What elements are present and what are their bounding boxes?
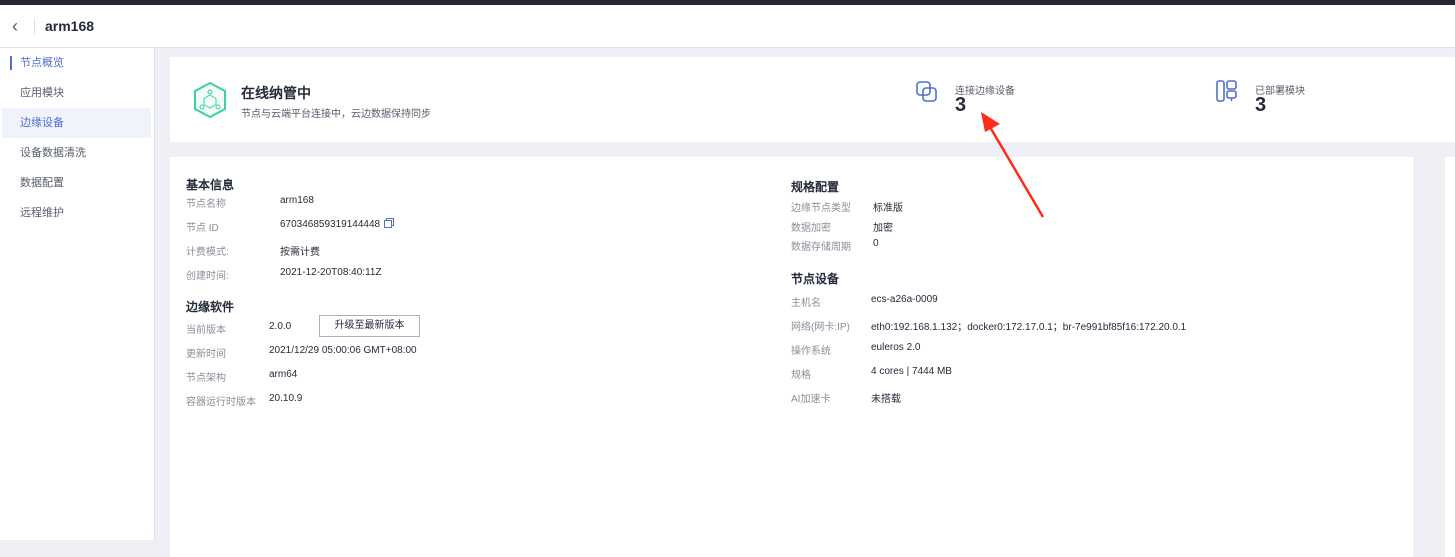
sidebar-item-device-data-cleaning[interactable]: 设备数据清洗 <box>2 138 151 168</box>
sidebar: 节点概览 应用模块 边缘设备 设备数据清洗 数据配置 远程维护 <box>0 48 155 540</box>
status-subtitle: 节点与云端平台连接中，云边数据保持同步 <box>241 109 431 120</box>
info-key: 节点名称 <box>186 199 226 210</box>
info-value: arm168 <box>280 195 314 206</box>
info-key: 更新时间 <box>186 349 226 360</box>
info-value: 按需计费 <box>280 247 320 258</box>
info-value: 2021/12/29 05:00:06 GMT+08:00 <box>269 345 417 356</box>
info-value: 标准版 <box>873 203 903 214</box>
sidebar-item-data-config[interactable]: 数据配置 <box>2 168 151 198</box>
info-value: 加密 <box>873 223 893 234</box>
info-value: 0 <box>873 238 879 249</box>
status-title: 在线纳管中 <box>241 85 311 101</box>
page-title: arm168 <box>45 18 95 34</box>
info-key: 创建时间: <box>186 271 229 282</box>
info-key: 数据存储周期 <box>791 242 851 253</box>
online-hexagon-icon <box>194 81 226 119</box>
linked-squares-icon <box>916 81 937 102</box>
info-value: arm64 <box>269 369 298 380</box>
header-divider <box>34 18 35 34</box>
info-key: 操作系统 <box>791 346 831 357</box>
info-value: 2.0.0 <box>269 321 292 332</box>
stat-value: 3 <box>1255 94 1267 116</box>
status-card: 在线纳管中 节点与云端平台连接中，云边数据保持同步 连接边缘设备 3 已部署模块… <box>170 57 1455 142</box>
info-value: 未搭载 <box>871 394 901 405</box>
info-key: 当前版本 <box>186 325 226 336</box>
back-chevron-icon[interactable]: ‹ <box>12 16 32 37</box>
sidebar-item-app-modules[interactable]: 应用模块 <box>2 78 151 108</box>
info-value: euleros 2.0 <box>871 342 921 353</box>
info-key: 容器运行时版本 <box>186 397 256 408</box>
info-key: 网络(网卡:IP) <box>791 322 850 333</box>
info-key: 节点 ID <box>186 223 219 234</box>
sidebar-item-edge-devices[interactable]: 边缘设备 <box>2 108 151 138</box>
module-layout-icon <box>1216 80 1237 102</box>
info-key: AI加速卡 <box>791 394 831 405</box>
info-value: 2021-12-20T08:40:11Z <box>280 267 382 278</box>
side-card <box>1445 157 1455 557</box>
node-info-card: 基本信息 节点名称 arm168 节点 ID 670346859319144448 … <box>170 157 1413 557</box>
section-title-basic-info: 基本信息 <box>186 178 235 192</box>
section-title-spec: 规格配置 <box>791 180 840 194</box>
sidebar-item-node-overview[interactable]: 节点概览 <box>2 48 151 78</box>
section-title-edge-software: 边缘软件 <box>186 300 235 314</box>
info-key: 数据加密 <box>791 223 831 234</box>
info-value: 670346859319144448 <box>280 219 381 230</box>
stat-connected-devices[interactable]: 连接边缘设备 3 <box>915 79 1015 116</box>
info-value: 4 cores | 7444 MB <box>871 366 952 377</box>
stat-value: 3 <box>955 94 967 116</box>
info-value: 20.10.9 <box>269 393 303 404</box>
upgrade-button[interactable]: 升级至最新版本 <box>319 315 420 337</box>
stat-deployed-modules[interactable]: 已部署模块 3 <box>1215 79 1305 116</box>
sidebar-item-remote-maintenance[interactable]: 远程维护 <box>2 198 151 228</box>
info-key: 节点架构 <box>186 373 226 384</box>
copy-icon[interactable] <box>384 218 394 228</box>
info-key: 边缘节点类型 <box>791 203 851 214</box>
page-header: ‹ arm168 <box>0 5 1455 48</box>
info-value: ecs-a26a-0009 <box>871 294 938 305</box>
info-key: 规格 <box>791 370 811 381</box>
section-title-node-device: 节点设备 <box>791 272 840 286</box>
info-value: eth0:192.168.1.132；docker0:172.17.0.1；br… <box>871 322 1187 333</box>
info-key: 主机名 <box>791 298 821 309</box>
info-key: 计费模式: <box>186 247 229 258</box>
